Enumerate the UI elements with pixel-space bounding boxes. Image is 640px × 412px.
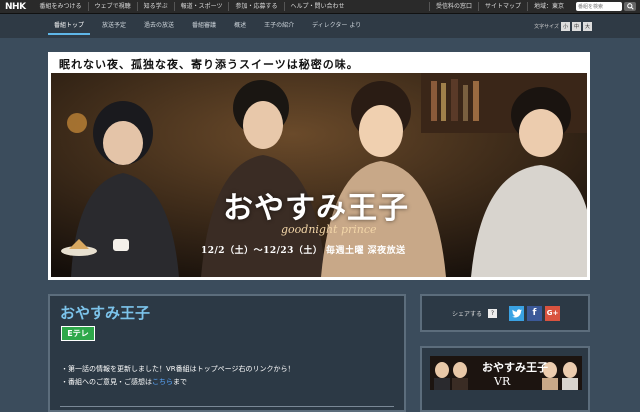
tab-overview[interactable]: 概述 bbox=[225, 14, 255, 38]
global-nav-watch[interactable]: ウェブで視聴 bbox=[87, 2, 137, 11]
tab-review[interactable]: 番組審議 bbox=[183, 14, 225, 38]
font-size-small-button[interactable]: 小 bbox=[561, 21, 570, 31]
vr-banner-title: おやすみ王子 bbox=[482, 361, 548, 374]
global-nav-join[interactable]: 参加・応募する bbox=[228, 2, 283, 11]
font-size-control: 文字サイズ 小 中 大 bbox=[534, 21, 592, 31]
hero-headline: 眠れない夜、孤独な夜、寄り添うスイーツは秘密の味。 bbox=[51, 55, 587, 73]
sitemap-link[interactable]: サイトマップ bbox=[477, 2, 527, 11]
nhk-logo[interactable]: NHK bbox=[0, 2, 34, 12]
google-share-button[interactable]: G+ bbox=[545, 305, 561, 321]
global-nav-find[interactable]: 番組をみつける bbox=[34, 2, 88, 11]
global-nav: 番組をみつける ウェブで視聴 知る学ぶ 報道・スポーツ 参加・応募する ヘルプ・… bbox=[34, 2, 351, 11]
tab-past-broadcasts[interactable]: 過去の放送 bbox=[135, 14, 183, 38]
font-size-large-button[interactable]: 大 bbox=[583, 21, 592, 31]
feedback-suffix: まで bbox=[173, 378, 187, 386]
program-info-panel: おやすみ王子 Eテレ ・第一話の情報を更新しました！VR番組はトップページ右のリ… bbox=[48, 294, 406, 412]
global-nav-learn[interactable]: 知る学ぶ bbox=[136, 2, 174, 11]
facebook-share-button[interactable]: f bbox=[527, 305, 543, 321]
hero-broadcast-date: 12/2（土）～12/23（土） 毎週土曜 深夜放送 bbox=[201, 246, 406, 256]
channel-badge[interactable]: Eテレ bbox=[61, 326, 95, 341]
global-nav-news[interactable]: 報道・スポーツ bbox=[173, 2, 229, 11]
vr-banner-link[interactable]: おやすみ王子 VR bbox=[430, 356, 582, 390]
tab-schedule[interactable]: 放送予定 bbox=[93, 14, 135, 38]
divider bbox=[60, 406, 394, 407]
tab-director[interactable]: ディレクター より bbox=[303, 14, 370, 38]
global-header: NHK 番組をみつける ウェブで視聴 知る学ぶ 報道・スポーツ 参加・応募する … bbox=[0, 0, 640, 14]
help-icon[interactable]: ? bbox=[488, 308, 498, 318]
font-size-label: 文字サイズ bbox=[534, 23, 559, 30]
search-icon bbox=[626, 3, 634, 10]
tab-prince-intro[interactable]: 王子の紹介 bbox=[255, 14, 303, 38]
global-nav-right: 受信料の窓口 サイトマップ 地域：東京 bbox=[428, 2, 640, 11]
twitter-icon bbox=[511, 308, 522, 317]
global-nav-help[interactable]: ヘルプ・問い合わせ bbox=[283, 2, 351, 11]
hero-subtitle: goodnight prince bbox=[281, 223, 377, 236]
share-panel: シェアする ? f G+ bbox=[420, 294, 590, 332]
hero-title: おやすみ王子 bbox=[223, 191, 409, 226]
hero-banner: 眠れない夜、孤独な夜、寄り添うスイーツは秘密の味。 おやすみ王子 goodnig… bbox=[48, 52, 590, 280]
vr-panel: おやすみ王子 VR bbox=[420, 346, 590, 412]
program-nav: 番組トップ 放送予定 過去の放送 番組審議 概述 王子の紹介 ディレクター より… bbox=[0, 14, 640, 38]
font-size-medium-button[interactable]: 中 bbox=[572, 21, 581, 31]
vr-banner-label: VR bbox=[494, 375, 511, 388]
reception-link[interactable]: 受信料の窓口 bbox=[428, 2, 478, 11]
tab-program-top[interactable]: 番組トップ bbox=[45, 14, 93, 38]
search-button[interactable] bbox=[624, 2, 636, 11]
share-label: シェアする bbox=[452, 310, 483, 318]
search-input[interactable] bbox=[576, 2, 622, 11]
region-select[interactable]: 地域：東京 bbox=[526, 2, 570, 11]
notice-feedback: ・番組へのご意見・ご感想はこちらまで bbox=[61, 377, 187, 387]
program-title: おやすみ王子 bbox=[60, 304, 151, 322]
notice-update: ・第一話の情報を更新しました！VR番組はトップページ右のリンクから！ bbox=[61, 365, 295, 373]
feedback-prefix: ・番組へのご意見・ご感想は bbox=[61, 378, 152, 386]
twitter-share-button[interactable] bbox=[509, 305, 525, 321]
feedback-link[interactable]: こちら bbox=[152, 378, 173, 386]
